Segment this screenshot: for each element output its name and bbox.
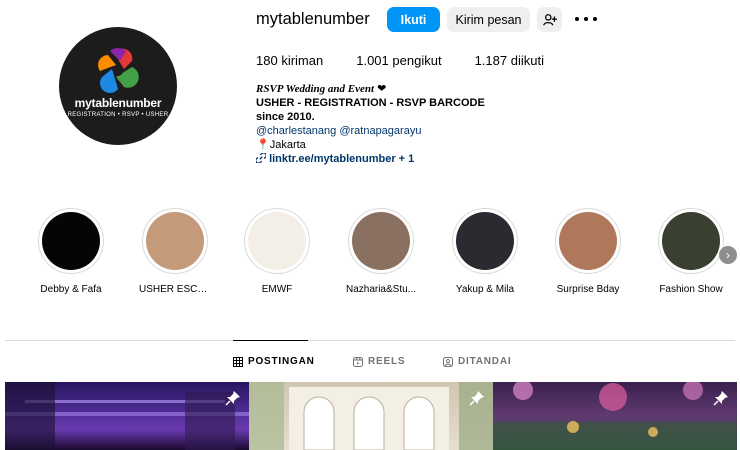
highlights-next-icon[interactable]: › [719, 246, 737, 264]
tab-reels[interactable]: REELS [353, 356, 405, 367]
highlight-item[interactable]: Nazharia&Stu... [345, 208, 417, 295]
post-2-image [249, 382, 493, 450]
message-button[interactable]: Kirim pesan [447, 7, 530, 32]
following-count[interactable]: 1.187 diikuti [475, 53, 544, 68]
highlight-ring [38, 208, 104, 274]
profile-bio: RSVP Wedding and Event ❤ USHER - REGISTR… [255, 82, 586, 166]
highlight-label: USHER ESCORT [139, 284, 211, 295]
highlight-label: EMWF [261, 284, 293, 295]
mytablenumber-logo-icon [98, 47, 139, 93]
more-options-icon[interactable] [575, 12, 597, 26]
highlight-cover [559, 212, 617, 270]
bio-link[interactable]: linktr.ee/mytablenumber [269, 153, 396, 165]
followers-count[interactable]: 1.001 pengikut [356, 53, 441, 68]
profile-avatar[interactable]: mytablenumber REGISTRATION • RSVP • USHE… [59, 27, 177, 145]
avatar-logo-subtitle: REGISTRATION • RSVP • USHER [67, 112, 169, 118]
pinned-post-icon [469, 391, 484, 406]
posts-count: 180 kiriman [256, 53, 324, 68]
highlight-item[interactable]: Yakup & Mila [449, 208, 521, 295]
highlight-cover [662, 212, 720, 270]
highlight-item[interactable]: Debby & Fafa [35, 208, 107, 295]
bio-link-more[interactable]: + 1 [399, 153, 415, 165]
pinned-post-icon [225, 391, 240, 406]
bio-mentions[interactable]: @charlestanang @ratnapagarayu [256, 124, 586, 138]
highlight-label: Debby & Fafa [40, 284, 102, 295]
highlight-cover [352, 212, 410, 270]
highlight-item[interactable]: Fashion Show [655, 208, 727, 295]
profile-username: mytablenumber [256, 10, 370, 28]
post-thumbnail-3[interactable] [493, 382, 737, 450]
person-add-icon [542, 13, 557, 25]
grid-icon [233, 356, 243, 367]
highlight-label: Yakup & Mila [455, 284, 515, 295]
follow-button[interactable]: Ikuti [387, 7, 440, 32]
post-1-image [5, 382, 249, 450]
highlight-ring [555, 208, 621, 274]
highlight-cover [146, 212, 204, 270]
reels-icon [353, 356, 363, 367]
avatar-logo-text: mytablenumber [74, 96, 162, 110]
bio-title: RSVP Wedding and Event [256, 83, 375, 95]
post-thumbnail-1[interactable] [5, 382, 249, 450]
post-3-image [493, 382, 737, 450]
active-tab-indicator [233, 340, 308, 341]
highlight-item[interactable]: EMWF [241, 208, 313, 295]
bio-location: 📍Jakarta [256, 139, 306, 151]
profile-stats: 180 kiriman 1.001 pengikut 1.187 diikuti [256, 53, 577, 68]
pinned-post-icon [713, 391, 728, 406]
highlight-label: Surprise Bday [556, 284, 620, 295]
highlight-cover [42, 212, 100, 270]
bio-line: since 2010. [256, 111, 315, 123]
highlight-ring [452, 208, 518, 274]
highlight-ring [658, 208, 724, 274]
heart-icon: ❤ [377, 83, 387, 95]
tab-posts[interactable]: POSTINGAN [233, 356, 315, 367]
tagged-icon [443, 356, 453, 367]
highlight-ring [348, 208, 414, 274]
highlight-label: Nazharia&Stu... [345, 284, 417, 295]
bio-line: USHER - REGISTRATION - RSVP BARCODE [256, 97, 485, 109]
suggested-accounts-button[interactable] [537, 7, 562, 32]
highlight-item[interactable]: Surprise Bday [552, 208, 624, 295]
location-pin-icon: 📍 [256, 139, 270, 151]
highlight-ring [142, 208, 208, 274]
link-icon [255, 152, 267, 164]
highlight-label: Fashion Show [659, 284, 723, 295]
post-thumbnail-2[interactable] [249, 382, 493, 450]
tabs-divider [5, 340, 735, 341]
bio-link-row[interactable]: linktr.ee/mytablenumber + 1 [255, 152, 586, 166]
tab-tagged[interactable]: DITANDAI [443, 356, 511, 367]
highlight-item[interactable]: USHER ESCORT [139, 208, 211, 295]
highlight-ring [244, 208, 310, 274]
highlight-cover [456, 212, 514, 270]
highlight-cover [248, 212, 306, 270]
